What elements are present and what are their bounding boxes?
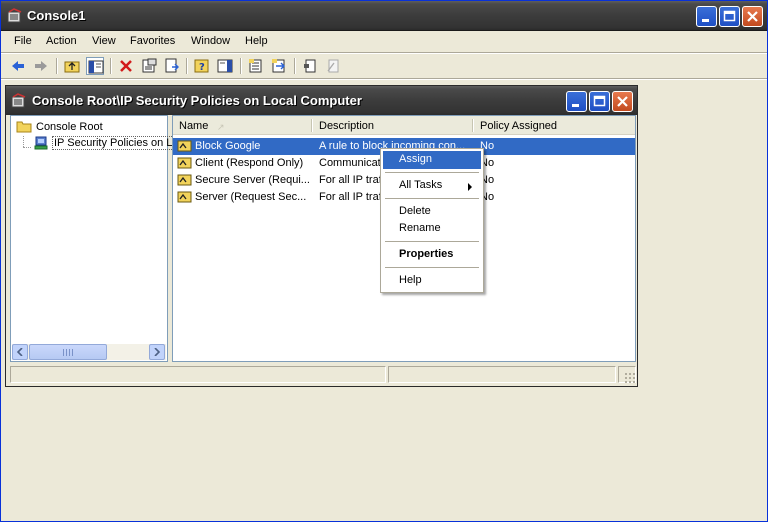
menu-separator xyxy=(385,198,479,199)
menu-item-help[interactable]: Help xyxy=(383,272,481,290)
console-tree[interactable]: Console Root IP Security Policies on L xyxy=(10,115,175,362)
assign-icon[interactable] xyxy=(301,57,319,75)
tree-item-label: IP Security Policies on L xyxy=(52,136,175,150)
properties-icon[interactable] xyxy=(140,57,158,75)
toolbar: ? xyxy=(1,54,767,78)
menu-separator xyxy=(385,241,479,242)
unassign-icon[interactable] xyxy=(324,57,342,75)
menu-file[interactable]: File xyxy=(14,35,32,47)
menu-favorites[interactable]: Favorites xyxy=(130,35,175,47)
status-pane xyxy=(10,366,386,383)
window-title: Console1 xyxy=(27,8,86,23)
menu-view[interactable]: View xyxy=(92,35,116,47)
tree-horizontal-scrollbar[interactable] xyxy=(12,344,166,360)
scroll-left-arrow-icon[interactable] xyxy=(12,344,28,360)
menu-action[interactable]: Action xyxy=(46,35,77,47)
row-name: Client (Respond Only) xyxy=(195,157,304,169)
row-name: Block Google xyxy=(195,140,261,152)
child-window-title-bar[interactable]: Console Root\IP Security Policies on Loc… xyxy=(6,86,637,115)
menu-help[interactable]: Help xyxy=(245,35,268,47)
manage-ip-filter-lists-icon[interactable] xyxy=(247,57,265,75)
back-icon[interactable] xyxy=(9,57,27,75)
scrollbar-thumb[interactable] xyxy=(29,344,107,360)
mmc-app-icon[interactable] xyxy=(7,8,23,24)
column-header-description[interactable]: Description xyxy=(313,116,474,135)
status-bar xyxy=(10,364,636,384)
scrollbar-grip xyxy=(63,349,73,356)
show-hide-action-pane-icon[interactable] xyxy=(216,57,234,75)
svg-text:?: ? xyxy=(199,62,205,73)
column-header-policy-assigned[interactable]: Policy Assigned xyxy=(474,116,635,135)
toolbar-separator xyxy=(294,58,296,74)
toolbar-separator xyxy=(240,58,242,74)
child-close-button[interactable] xyxy=(612,91,633,112)
menu-item-assign[interactable]: Assign xyxy=(383,151,481,169)
status-pane xyxy=(388,366,616,383)
menu-item-all-tasks[interactable]: All Tasks xyxy=(383,177,481,195)
scroll-right-arrow-icon[interactable] xyxy=(149,344,165,360)
help-icon[interactable]: ? xyxy=(193,57,211,75)
resize-grip-icon[interactable] xyxy=(624,372,635,383)
show-hide-tree-icon[interactable] xyxy=(86,57,104,75)
menu-item-properties[interactable]: Properties xyxy=(383,246,481,264)
menu-separator xyxy=(385,267,479,268)
child-window-title: Console Root\IP Security Policies on Loc… xyxy=(32,93,362,108)
child-maximize-button[interactable] xyxy=(589,91,610,112)
policy-icon xyxy=(177,173,193,190)
ip-security-computer-icon xyxy=(33,135,49,154)
menu-separator xyxy=(385,172,479,173)
row-name: Secure Server (Requi... xyxy=(195,174,310,186)
toolbar-separator xyxy=(110,58,112,74)
toolbar-separator xyxy=(186,58,188,74)
folder-icon xyxy=(16,119,32,136)
policy-icon xyxy=(177,139,193,156)
close-button[interactable] xyxy=(742,6,763,27)
maximize-button[interactable] xyxy=(719,6,740,27)
column-header-name[interactable]: Name ↗ xyxy=(173,116,313,135)
row-name: Server (Request Sec... xyxy=(195,191,307,203)
window-title-bar[interactable]: Console1 xyxy=(1,1,767,31)
export-list-icon[interactable] xyxy=(163,57,181,75)
toolbar-separator xyxy=(56,58,58,74)
menu-window[interactable]: Window xyxy=(191,35,230,47)
child-minimize-button[interactable] xyxy=(566,91,587,112)
tree-line xyxy=(23,136,24,147)
policy-icon xyxy=(177,190,193,207)
sort-indicator-icon: ↗ xyxy=(217,122,225,132)
minimize-button[interactable] xyxy=(696,6,717,27)
context-menu: Assign All Tasks Delete Rename Propertie… xyxy=(380,148,484,293)
toolbar-separator-line xyxy=(1,78,767,80)
tree-line xyxy=(23,147,31,148)
mmc-app-icon[interactable] xyxy=(11,93,27,109)
menu-item-delete[interactable]: Delete xyxy=(383,203,481,221)
tree-item-label: Console Root xyxy=(36,121,103,133)
menu-bar: File Action View Favorites Window Help xyxy=(1,32,767,52)
policy-icon xyxy=(177,156,193,173)
submenu-arrow-icon xyxy=(468,182,473,194)
forward-icon[interactable] xyxy=(32,57,50,75)
delete-icon[interactable] xyxy=(117,57,135,75)
list-header: Name ↗ Description Policy Assigned xyxy=(173,116,635,135)
manage-filter-actions-icon[interactable] xyxy=(270,57,288,75)
up-one-level-icon[interactable] xyxy=(63,57,81,75)
child-window: Console Root\IP Security Policies on Loc… xyxy=(5,85,638,387)
menu-item-rename[interactable]: Rename xyxy=(383,220,481,238)
